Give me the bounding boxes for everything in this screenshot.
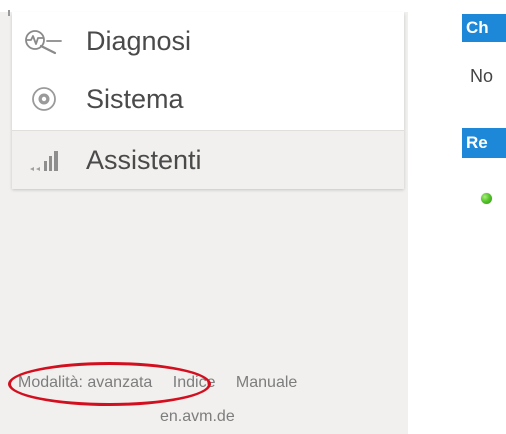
page-root: Diagnosi Sistema Assistenti Modalità: av…	[0, 0, 506, 434]
sidebar-item-sistema[interactable]: Sistema	[12, 70, 404, 128]
footer-links: Modalità: avanzata Indice Manuale	[18, 374, 313, 392]
sidebar-footer: Modalità: avanzata Indice Manuale en.avm…	[0, 360, 408, 434]
sidebar-top-strip	[0, 0, 408, 12]
footer-mode-link[interactable]: Modalità: avanzata	[18, 374, 152, 392]
system-icon	[22, 84, 66, 114]
sidebar-item-label: Assistenti	[86, 144, 202, 175]
footer-manual-link[interactable]: Manuale	[236, 374, 297, 392]
status-indicator-icon	[481, 193, 492, 204]
sidebar-item-diagnosi[interactable]: Diagnosi	[12, 12, 404, 70]
section-text-no: No	[470, 66, 494, 86]
top-marker	[8, 10, 10, 16]
assistants-icon	[22, 145, 66, 175]
footer-domain-link[interactable]: en.avm.de	[160, 408, 235, 426]
sidebar-item-label: Sistema	[86, 83, 184, 114]
footer-index-link[interactable]: Indice	[173, 374, 216, 392]
diagnostics-icon	[22, 26, 66, 56]
section-heading-ch: Ch	[462, 14, 506, 42]
left-sidebar: Diagnosi Sistema Assistenti Modalità: av…	[0, 0, 408, 434]
sidebar-item-label: Diagnosi	[86, 25, 192, 56]
sidebar-item-assistenti[interactable]: Assistenti	[12, 130, 404, 189]
sidebar-menu-panel: Diagnosi Sistema Assistenti	[12, 12, 404, 189]
section-heading-re: Re	[462, 128, 506, 158]
